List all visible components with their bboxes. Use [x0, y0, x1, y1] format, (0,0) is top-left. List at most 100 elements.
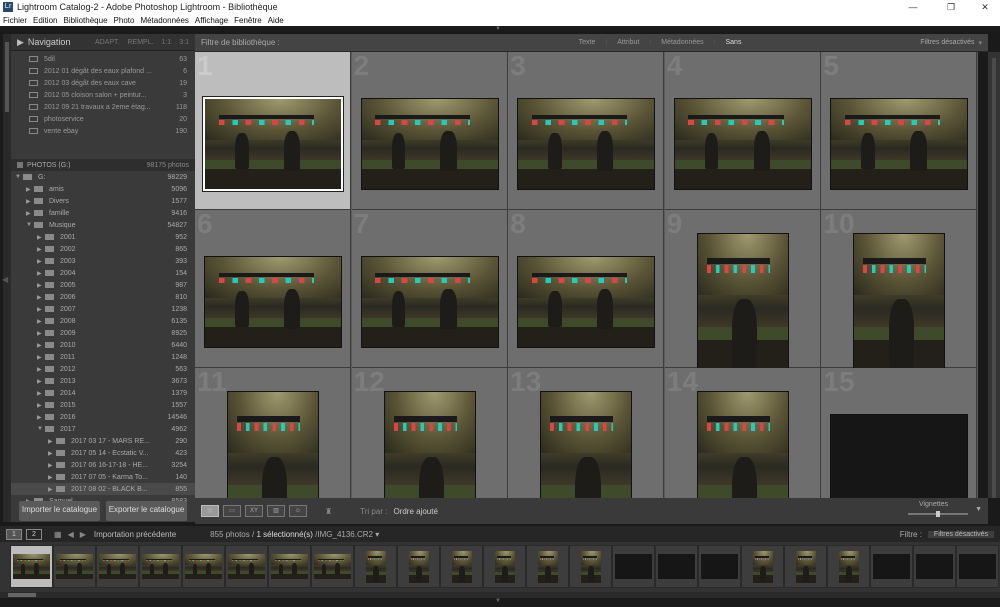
expand-down-icon[interactable]: ▼ — [15, 174, 23, 180]
survey-view-icon[interactable]: ▥ — [267, 505, 285, 517]
filmstrip-thumbnail[interactable] — [870, 545, 913, 588]
expand-right-icon[interactable]: ▶ — [37, 270, 45, 277]
folder-item[interactable]: ▼ 2017 4962 — [11, 423, 195, 435]
filmstrip-thumbnail[interactable] — [698, 545, 741, 588]
grid-cell[interactable]: 10 — [821, 208, 978, 370]
expand-right-icon[interactable]: ▶ — [37, 246, 45, 253]
folder-item[interactable]: ▶ 2015 1557 — [11, 399, 195, 411]
filmstrip-thumbnail[interactable] — [741, 545, 784, 588]
expand-right-icon[interactable]: ▶ — [37, 366, 45, 373]
photo-thumbnail[interactable] — [697, 234, 788, 370]
folder-item[interactable]: ▼ G: 98229 — [11, 171, 195, 183]
folder-item[interactable]: ▶ amis 5096 — [11, 183, 195, 195]
menu-fenetre[interactable]: Fenêtre — [234, 16, 262, 25]
folder-item[interactable]: ▶ 2011 1248 — [11, 351, 195, 363]
expand-right-icon[interactable]: ▶ — [26, 186, 34, 193]
disclosure-triangle-icon[interactable]: ▶ — [17, 37, 24, 48]
grid-cell[interactable]: 2 — [351, 52, 508, 210]
grid-cell[interactable]: 13 — [508, 366, 665, 498]
back-arrow-icon[interactable]: ◀ — [68, 530, 74, 539]
folder-item[interactable]: ▶ 2008 6135 — [11, 315, 195, 327]
compare-view-icon[interactable]: XY — [245, 505, 263, 517]
grid-cell[interactable]: 8 — [508, 208, 665, 368]
minimize-button[interactable]: — — [898, 0, 928, 14]
filmstrip-thumbnail[interactable] — [10, 545, 53, 588]
expand-right-icon[interactable]: ▶ — [48, 462, 56, 469]
filmstrip-thumbnail[interactable] — [784, 545, 827, 588]
filmstrip-thumbnail[interactable] — [440, 545, 483, 588]
filmstrip-thumbnail[interactable] — [913, 545, 956, 588]
photos-volume-header[interactable]: PHOTOS (G:) 98175 photos — [11, 159, 195, 171]
photo-thumbnail[interactable] — [674, 99, 811, 189]
folder-item[interactable]: ▶ 2017 06 16-17-18 - HE... 3254 — [11, 459, 195, 471]
export-catalog-button[interactable]: Exporter le catalogue — [106, 501, 187, 521]
grid-cell[interactable]: 4 — [664, 52, 821, 210]
menu-edition[interactable]: Edition — [33, 16, 57, 25]
people-view-icon[interactable]: ☺ — [289, 505, 307, 517]
filmstrip-thumbnail[interactable] — [53, 545, 96, 588]
expand-right-icon[interactable]: ▶ — [26, 198, 34, 205]
folder-item[interactable]: ▶ 2017 03 17 - MARS RE... 290 — [11, 435, 195, 447]
expand-down-icon[interactable]: ▼ — [26, 222, 34, 228]
thumbnail-size-slider[interactable] — [908, 511, 968, 517]
sort-order-dropdown[interactable]: Ordre ajouté — [393, 507, 437, 516]
grid-icon[interactable]: ▦ — [54, 530, 62, 539]
filter-presets-dropdown[interactable]: Filtres désactivés — [920, 39, 974, 46]
scrollbar-thumb[interactable] — [8, 593, 36, 597]
expand-down-icon[interactable]: ▼ — [37, 426, 45, 432]
folder-item[interactable]: ▶ 2004 154 — [11, 267, 195, 279]
menu-affichage[interactable]: Affichage — [195, 16, 228, 25]
filmstrip-thumbnail[interactable] — [311, 545, 354, 588]
scrollbar-thumb[interactable] — [992, 58, 996, 498]
folder-item[interactable]: ▶ 2003 393 — [11, 255, 195, 267]
filmstrip-thumbnail[interactable] — [956, 545, 999, 588]
grid-view-icon[interactable]: ▦ — [201, 505, 219, 517]
folder-item[interactable]: ▶ 2006 810 — [11, 291, 195, 303]
expand-right-icon[interactable]: ▶ — [48, 438, 56, 445]
expand-right-icon[interactable]: ▶ — [48, 486, 56, 493]
zoom-1-1[interactable]: 1:1 — [162, 39, 172, 46]
forward-arrow-icon[interactable]: ▶ — [80, 530, 86, 539]
menu-photo[interactable]: Photo — [114, 16, 135, 25]
folder-item[interactable]: ▼ Musique 54827 — [11, 219, 195, 231]
expand-right-icon[interactable]: ▶ — [37, 294, 45, 301]
grid-cell[interactable]: 15 — [821, 366, 978, 498]
folder-item[interactable]: ▶ Divers 1577 — [11, 195, 195, 207]
scrollbar-thumb[interactable] — [5, 42, 9, 112]
loupe-view-icon[interactable]: ▭ — [223, 505, 241, 517]
menu-fichier[interactable]: Fichier — [3, 16, 27, 25]
slider-knob[interactable] — [936, 511, 940, 517]
photo-thumbnail[interactable] — [205, 99, 341, 189]
tab-sans[interactable]: Sans — [725, 39, 741, 46]
collection-item[interactable]: 2012 01 dégât des eaux plafond ... 6 — [11, 65, 195, 77]
photo-thumbnail[interactable] — [831, 99, 968, 189]
folder-item[interactable]: ▶ 2001 952 — [11, 231, 195, 243]
folder-item[interactable]: ▶ famille 9416 — [11, 207, 195, 219]
grid-cell[interactable]: 3 — [508, 52, 665, 210]
expand-right-icon[interactable]: ▶ — [37, 342, 45, 349]
folder-item[interactable]: ▶ 2007 1238 — [11, 303, 195, 315]
grid-cell[interactable]: 14 — [664, 366, 821, 498]
menu-metadonnees[interactable]: Métadonnées — [140, 16, 188, 25]
filmstrip-thumbnail[interactable] — [526, 545, 569, 588]
folder-item[interactable]: ▶ 2010 6440 — [11, 339, 195, 351]
folder-item[interactable]: ▶ 2005 987 — [11, 279, 195, 291]
expand-right-icon[interactable]: ▶ — [26, 210, 34, 217]
expand-right-icon[interactable]: ▶ — [37, 354, 45, 361]
expand-right-icon[interactable]: ▶ — [48, 474, 56, 481]
grid-cell[interactable]: 9 — [664, 208, 821, 370]
toolbar-options-icon[interactable]: ▼ — [975, 506, 982, 513]
filmstrip-thumbnail[interactable] — [182, 545, 225, 588]
folder-item[interactable]: ▶ 2017 07 05 - Karma To... 140 — [11, 471, 195, 483]
folder-item[interactable]: ▶ 2017 08 02 - BLACK B... 855 — [11, 483, 195, 495]
zoom-fill[interactable]: REMPL. — [127, 39, 153, 46]
photo-thumbnail[interactable] — [518, 99, 655, 189]
photo-thumbnail[interactable] — [384, 392, 475, 498]
grid-cell[interactable]: 6 — [195, 208, 351, 368]
grid-cell[interactable]: 7 — [351, 208, 508, 368]
filmstrip-thumbnail[interactable] — [354, 545, 397, 588]
navigator-header[interactable]: ▶ Navigation ADAPT. REMPL. 1:1 3:1 — [11, 34, 195, 51]
filmstrip-filter-dropdown[interactable]: Filtres désactivés — [927, 530, 994, 538]
expand-right-icon[interactable]: ▶ — [37, 378, 45, 385]
folder-item[interactable]: ▶ 2012 563 — [11, 363, 195, 375]
